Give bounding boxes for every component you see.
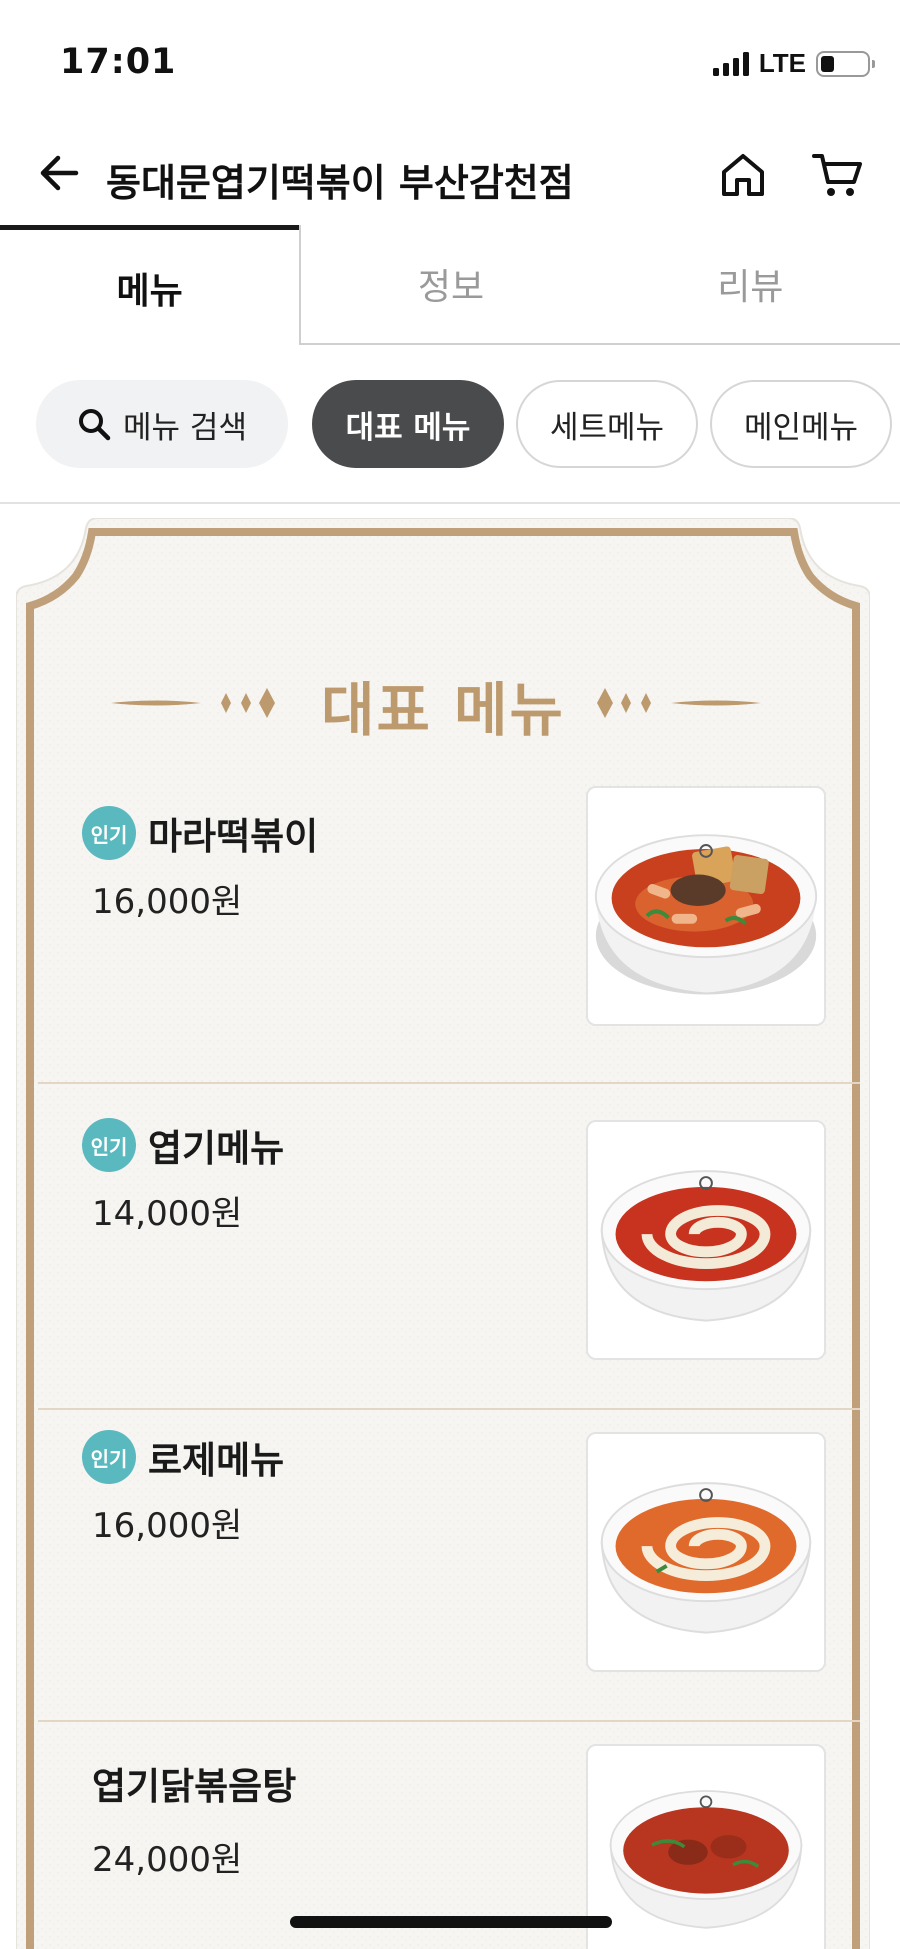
cart-icon[interactable] [812,152,864,200]
popular-badge: 인기 [82,1118,136,1172]
divider [0,502,900,504]
search-icon [79,409,111,441]
signature-menu-board: 대표 메뉴 인기 마라떡볶이 16,000원 인기 엽기메뉴 14,000원 인… [16,518,870,1949]
menu-item-name: 마라떡볶이 [148,815,319,858]
ornament-left-icon [111,688,275,718]
chip-signature-menu[interactable]: 대표 메뉴 [312,380,504,468]
home-icon[interactable] [718,150,768,200]
signal-icon [712,51,749,76]
menu-item-price: 14,000원 [92,1194,243,1234]
dakbokkeumtang-image [586,1744,826,1949]
menu-item-price: 24,000원 [92,1840,243,1880]
chip-set-menu[interactable]: 세트메뉴 [516,380,698,468]
popular-badge: 인기 [82,806,136,860]
network-label: LTE [758,48,806,78]
battery-icon [816,50,875,77]
store-tabs: 메뉴 정보 리뷰 [0,225,900,345]
menu-list: 인기 마라떡볶이 16,000원 인기 엽기메뉴 14,000원 인기 로제메뉴… [38,786,860,1949]
status-time: 17:01 [60,42,177,82]
popular-badge: 인기 [82,1430,136,1484]
status-indicators: LTE [712,48,875,79]
yupgi-tteokbokki-image [586,1120,826,1360]
menu-search-label: 메뉴 검색 [123,409,247,446]
menu-item-name-row: 인기 마라떡볶이 [82,806,318,860]
tab-menu[interactable]: 메뉴 [0,225,300,345]
app-header: 동대문엽기떡볶이 부산감천점 [0,130,900,230]
home-indicator [290,1916,612,1928]
back-arrow-icon[interactable] [36,150,82,196]
rose-tteokbokki-image [586,1432,826,1672]
menu-item-name-row: 인기 엽기메뉴 [82,1118,284,1172]
store-title: 동대문엽기떡볶이 부산감천점 [106,161,574,205]
menu-item-name-row: 엽기닭볶음탕 [92,1756,296,1810]
menu-item-name: 엽기닭볶음탕 [92,1765,297,1808]
tab-reviews[interactable]: 리뷰 [600,225,900,345]
tab-info[interactable]: 정보 [299,225,601,345]
menu-item-name: 엽기메뉴 [148,1127,285,1170]
menu-item[interactable]: 인기 로제메뉴 16,000원 [38,1410,860,1722]
menu-item[interactable]: 엽기닭볶음탕 24,000원 [38,1722,860,1949]
menu-item-name: 로제메뉴 [148,1439,285,1482]
ornament-right-icon [597,688,761,718]
chip-main-menu[interactable]: 메인메뉴 [710,380,892,468]
menu-item[interactable]: 인기 엽기메뉴 14,000원 [38,1098,860,1410]
menu-item[interactable]: 인기 마라떡볶이 16,000원 [38,786,860,1084]
menu-item-price: 16,000원 [92,1506,243,1546]
category-chips: 메뉴 검색 대표 메뉴 세트메뉴 메인메뉴 [36,380,900,468]
menu-search-button[interactable]: 메뉴 검색 [36,380,288,468]
menu-item-price: 16,000원 [92,882,243,922]
menu-item-name-row: 인기 로제메뉴 [82,1430,284,1484]
mala-tteokbokki-image [586,786,826,1026]
status-bar: 17:01 LTE [0,0,900,120]
